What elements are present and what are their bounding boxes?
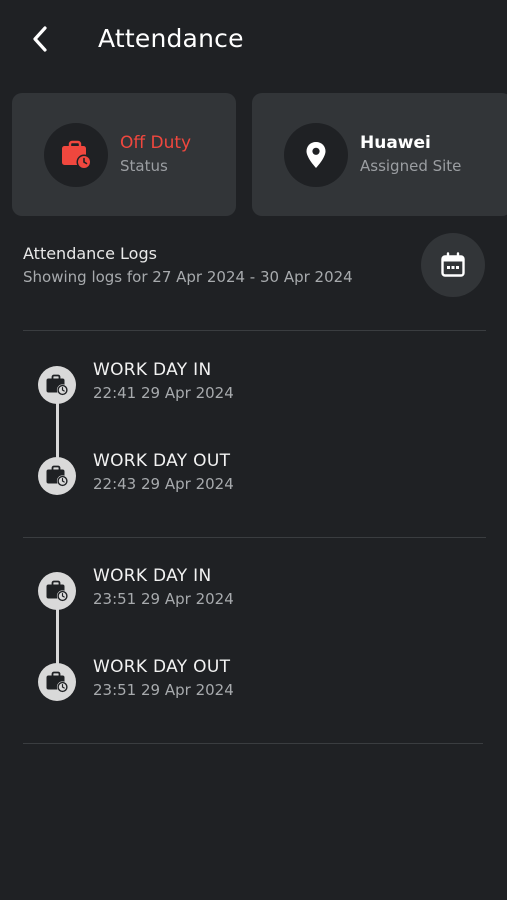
briefcase-clock-icon bbox=[46, 580, 69, 602]
calendar-button[interactable] bbox=[421, 233, 485, 297]
log-entry-time: 22:41 29 Apr 2024 bbox=[93, 384, 234, 402]
log-entry-title: WORK DAY OUT bbox=[93, 451, 231, 471]
briefcase-clock-icon bbox=[46, 465, 69, 487]
log-entry: WORK DAY OUT 22:43 29 Apr 2024 bbox=[0, 451, 507, 517]
divider bbox=[23, 743, 483, 744]
app-header: Attendance bbox=[0, 0, 507, 80]
log-entry-title: WORK DAY IN bbox=[93, 360, 212, 380]
log-entry-icon-circle bbox=[38, 366, 76, 404]
log-entry: WORK DAY OUT 23:51 29 Apr 2024 bbox=[0, 657, 507, 723]
log-entry-time: 22:43 29 Apr 2024 bbox=[93, 475, 234, 493]
log-entry-icon-circle bbox=[38, 663, 76, 701]
page-title: Attendance bbox=[98, 24, 244, 53]
log-entry-time: 23:51 29 Apr 2024 bbox=[93, 590, 234, 608]
log-entry-title: WORK DAY IN bbox=[93, 566, 212, 586]
log-entry: WORK DAY IN 22:41 29 Apr 2024 bbox=[0, 360, 507, 426]
briefcase-clock-icon bbox=[46, 671, 69, 693]
site-label: Assigned Site bbox=[360, 157, 462, 175]
log-entry-time: 23:51 29 Apr 2024 bbox=[93, 681, 234, 699]
briefcase-clock-icon bbox=[62, 140, 92, 170]
divider bbox=[23, 330, 486, 331]
calendar-icon bbox=[441, 252, 465, 277]
divider bbox=[23, 537, 486, 538]
logs-date-range: Showing logs for 27 Apr 2024 - 30 Apr 20… bbox=[23, 268, 353, 286]
status-value: Off Duty bbox=[120, 133, 192, 153]
status-card[interactable]: Off Duty Status bbox=[12, 93, 236, 216]
status-icon-circle bbox=[44, 123, 108, 187]
back-button[interactable] bbox=[24, 22, 56, 56]
log-entry: WORK DAY IN 23:51 29 Apr 2024 bbox=[0, 566, 507, 632]
site-icon-circle bbox=[284, 123, 348, 187]
log-entry-title: WORK DAY OUT bbox=[93, 657, 231, 677]
assigned-site-card[interactable]: Huawei Assigned Site bbox=[252, 93, 507, 216]
location-pin-icon bbox=[306, 142, 326, 168]
status-label: Status bbox=[120, 157, 168, 175]
chevron-left-icon bbox=[33, 26, 47, 52]
logs-title: Attendance Logs bbox=[23, 244, 157, 263]
briefcase-clock-icon bbox=[46, 374, 69, 396]
log-entry-icon-circle bbox=[38, 457, 76, 495]
log-entry-icon-circle bbox=[38, 572, 76, 610]
summary-cards: Off Duty Status Huawei Assigned Site bbox=[12, 93, 507, 217]
site-value: Huawei bbox=[360, 133, 431, 153]
logs-header: Attendance Logs Showing logs for 27 Apr … bbox=[23, 243, 353, 288]
